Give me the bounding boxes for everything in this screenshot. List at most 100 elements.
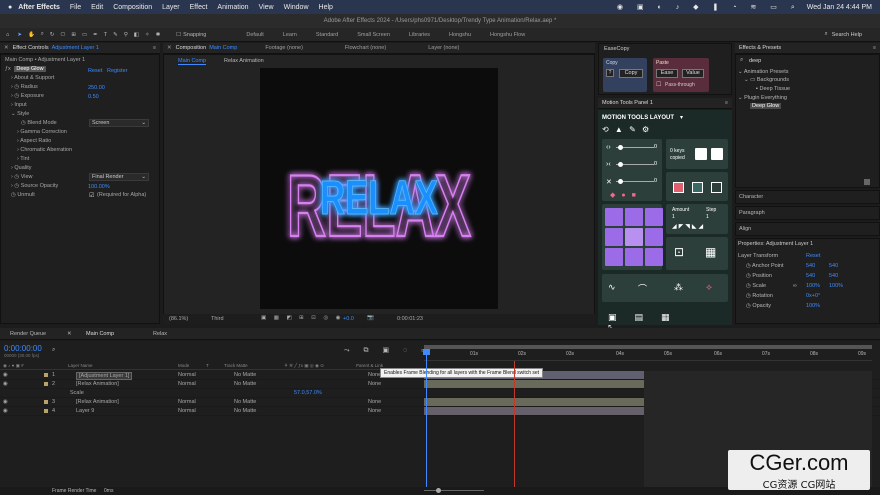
layer-track-matte[interactable]: No Matte [234,399,256,405]
prop-opacity-a[interactable]: 100% [806,303,820,309]
menu-view[interactable]: View [259,4,274,11]
transform-reset[interactable]: Reset [806,253,820,259]
timeline-search-icon[interactable]: ⌕ [52,347,55,354]
row-radius[interactable]: › ◷ Radius [11,84,38,92]
fx-icon[interactable]: ƒx [5,66,11,72]
visibility-icon[interactable]: ◉ [3,399,8,405]
bounce-icon[interactable]: ⌒ [638,282,647,295]
layer-mode[interactable]: Normal [178,399,196,405]
row-about-support[interactable]: › About & Support [11,75,54,83]
row-gamma[interactable]: › Gamma Correction [17,129,67,137]
layer-name[interactable]: [Relax Animation] [76,399,119,405]
blend-mode-dropdown[interactable]: Screen ⌄ [89,119,149,127]
layout-dropdown-icon[interactable]: ▾ [680,114,683,121]
view-dropdown[interactable]: Final Render ⌄ [89,173,149,181]
search-help[interactable]: Search Help [832,32,862,38]
layer-transform-label[interactable]: Layer Transform [738,253,778,259]
panel-menu-icon[interactable]: ≡ [725,100,728,106]
effect-deep-glow-row[interactable]: ƒx Deep Glow [5,66,46,74]
tab-composition[interactable]: Composition [176,45,207,51]
layer-label-color[interactable] [44,382,48,386]
workspace-hongshu-flow[interactable]: Hongshu Flow [490,32,525,38]
layer-track-matte[interactable]: No Matte [234,408,256,414]
effects-search-input[interactable]: deep [749,58,761,64]
grid-cell-2[interactable] [625,208,643,226]
menu-layer[interactable]: Layer [162,4,180,11]
zoom-tool-icon[interactable]: ⌕ [41,31,44,38]
brush-tool-icon[interactable]: ✎ [113,32,118,38]
tree-backgrounds[interactable]: ⌄ ▭ Backgrounds [744,77,789,83]
grid-cell-7[interactable] [605,248,623,266]
grid-cell-5[interactable] [625,228,643,246]
workspace-standard[interactable]: Standard [316,32,338,38]
layer-track-matte[interactable]: 57.0,57.0% [294,390,322,396]
pen-tool-icon[interactable]: ✒ [93,32,98,38]
timeline-timecode[interactable]: 0:00:00:00 [4,344,42,353]
app-menu[interactable]: After Effects [18,4,60,11]
camera-tool-icon[interactable]: ⎔ [61,32,66,38]
keyframe-dots[interactable]: ◆●■ [610,191,642,199]
visibility-icon[interactable]: ◉ [3,381,8,387]
hand-tool-icon[interactable]: ✋ [28,32,35,38]
menu-window[interactable]: Window [284,4,309,11]
header-layer-name[interactable]: Layer Name [68,363,93,368]
snapshot-icon[interactable]: 📷 [367,315,374,321]
ease-button[interactable]: Ease [656,69,678,78]
composition-viewer[interactable]: RELAX RELAX [260,68,498,309]
tab-motion-tools[interactable]: Motion Tools Panel 1 [602,100,653,106]
zoom-dropdown[interactable]: (86.1%) [169,316,188,322]
value-button[interactable]: Value [682,69,704,78]
row-aspect[interactable]: › Aspect Ratio [17,138,51,146]
copy-button[interactable]: Copy [619,69,643,78]
clone-tool-icon[interactable]: ⚲ [124,32,128,38]
type-tool-icon[interactable]: T [104,32,107,38]
row-quality[interactable]: › Quality [11,165,32,173]
copy-keys-button[interactable] [695,148,707,160]
prop-rotation-a[interactable]: 0x+0° [806,293,820,299]
rotate-tool-icon[interactable]: ↻ [50,32,55,38]
apple-icon[interactable]: ● [8,4,12,11]
playhead-marker[interactable] [423,349,430,355]
workspace-learn[interactable]: Learn [283,32,297,38]
teal-square-button[interactable] [692,182,703,193]
tab-timeline-main-comp[interactable]: Main Comp [86,331,114,337]
puppet-tool-icon[interactable]: ✱ [156,32,161,38]
layer-label-color[interactable] [44,409,48,413]
header-track-matte[interactable]: Track Matte [224,363,248,368]
grid-cell-6[interactable] [645,228,663,246]
timeline-toolbar-icons[interactable]: ⤳ ⧉ ▣ ◌ ▭ [344,346,434,355]
character-section[interactable]: Character [735,190,880,204]
layer-label-color[interactable] [44,391,48,395]
tab-flowchart[interactable]: Flowchart (none) [345,45,386,51]
prop-position-b[interactable]: 540 [829,273,838,279]
eraser-tool-icon[interactable]: ◧ [134,32,139,38]
easing-icons[interactable]: ◢◤◥◣◢ [672,223,705,230]
layer-name[interactable]: Layer 9 [76,408,94,414]
tab-composition-name[interactable]: Main Comp [209,45,237,51]
layer-track-matte[interactable]: No Matte [234,381,256,387]
workspace-libraries[interactable]: Libraries [409,32,430,38]
reset-link[interactable]: Reset [88,68,102,74]
prop-anchor-a[interactable]: 540 [806,263,815,269]
source-opacity-value[interactable]: 100.00% [88,184,110,190]
close-icon[interactable]: ✕ [4,45,9,51]
tab-timeline-relax[interactable]: Relax [153,331,167,337]
viewer-timecode[interactable]: 0:00:01:23 [397,316,423,322]
visibility-icon[interactable]: ◉ [3,372,8,378]
menu-composition[interactable]: Composition [113,4,152,11]
workspace-small-screen[interactable]: Small Screen [357,32,390,38]
close-icon[interactable]: ✕ [67,331,72,337]
work-area-bar[interactable] [424,345,872,349]
cross-icon[interactable]: ✕ [606,178,612,186]
prop-anchor-b[interactable]: 540 [829,263,838,269]
tab-render-queue[interactable]: Render Queue [10,331,46,337]
align-center-icon[interactable]: ›‹ [606,161,611,168]
timeline-ruler[interactable]: 0s 01s 02s 03s 04s 05s 06s 07s 08s 09s [424,351,872,361]
unmult-checkbox[interactable]: ☑ [89,192,94,199]
slider-3-knob[interactable] [618,179,623,184]
layer-parent[interactable]: None [368,399,381,405]
workspace-hongshu[interactable]: Hongshu [449,32,471,38]
menu-effect[interactable]: Effect [190,4,208,11]
wave-icon[interactable]: ∿ [608,282,616,293]
pass-through-checkbox[interactable]: ☐ [656,81,661,88]
